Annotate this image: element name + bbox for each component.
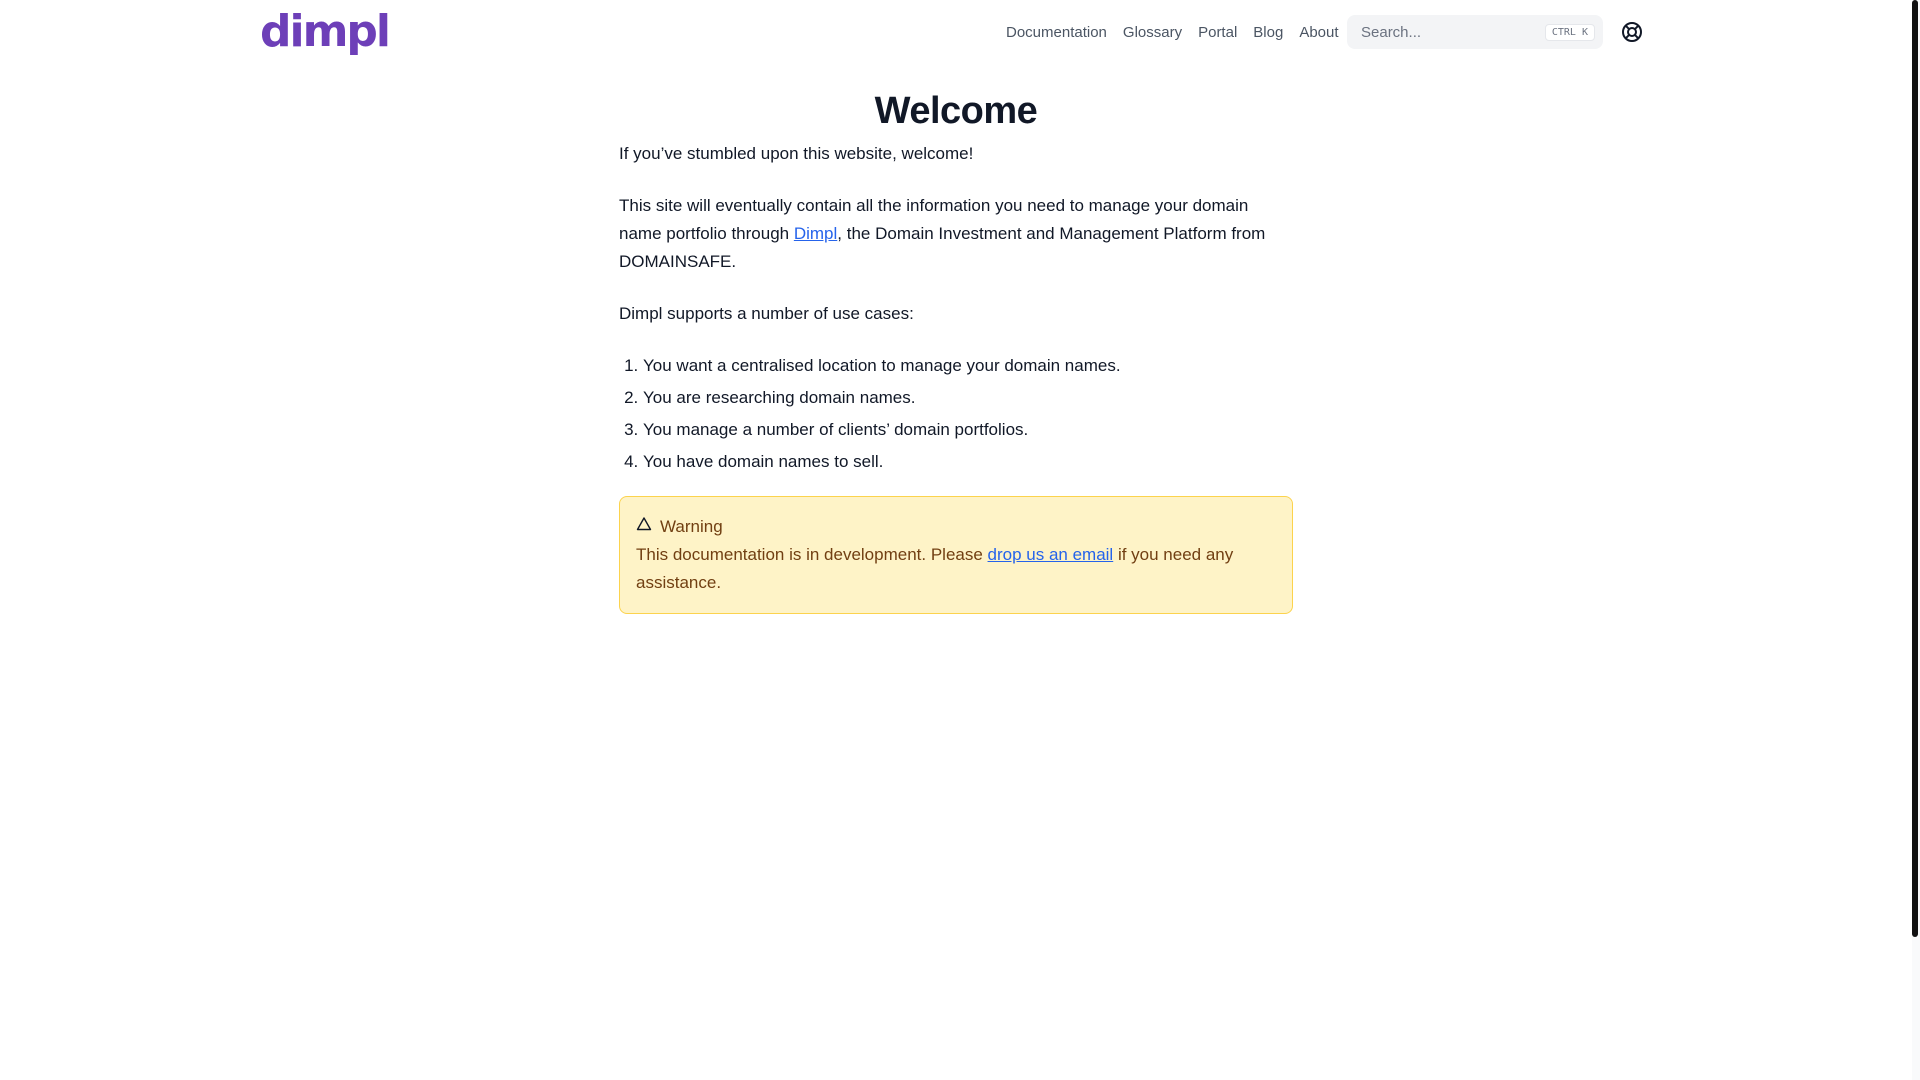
search-input[interactable] [1359,22,1545,42]
primary-nav: Documentation Glossary Portal Blog About [1006,0,1339,64]
nav-link-documentation[interactable]: Documentation [1006,24,1107,41]
scrollbar-thumb[interactable] [1912,0,1918,937]
main-article: Welcome If you’ve stumbled upon this web… [619,86,1293,614]
logo-wordmark: dimpl [260,6,391,57]
email-link[interactable]: drop us an email [988,545,1114,564]
callout-header: Warning [636,513,1276,541]
intro-paragraph: If you’ve stumbled upon this website, we… [619,144,974,163]
nav-link-portal[interactable]: Portal [1198,24,1237,41]
page-title: Welcome [874,90,1038,132]
dimpl-link[interactable]: Dimpl [794,224,837,243]
top-navigation-bar: dimpl Documentation Glossary Portal Blog… [0,0,1912,64]
search-shortcut-hint: CTRL K [1544,23,1595,41]
warning-triangle-icon [636,513,652,541]
callout-text-before: This documentation is in development. Pl… [636,545,988,564]
list-item: You manage a number of clients’ domain p… [643,416,1293,444]
search-box[interactable]: CTRL K [1347,15,1603,49]
callout-title: Warning [660,517,723,536]
description-paragraph: This site will eventually contain all th… [619,192,1293,276]
site-logo[interactable]: dimpl [260,6,391,57]
nav-link-glossary[interactable]: Glossary [1123,24,1182,41]
list-item: You want a centralised location to manag… [643,352,1293,380]
list-item: You have domain names to sell. [643,448,1293,476]
lifebuoy-icon[interactable] [1620,20,1644,44]
nav-link-blog[interactable]: Blog [1253,24,1283,41]
callout-body: This documentation is in development. Pl… [636,541,1276,597]
use-cases-list: You want a centralised location to manag… [619,352,1293,476]
use-cases-intro: Dimpl supports a number of use cases: [619,304,914,323]
nav-link-about[interactable]: About [1299,24,1338,41]
warning-callout: Warning This documentation is in develop… [619,496,1293,614]
list-item: You are researching domain names. [643,384,1293,412]
